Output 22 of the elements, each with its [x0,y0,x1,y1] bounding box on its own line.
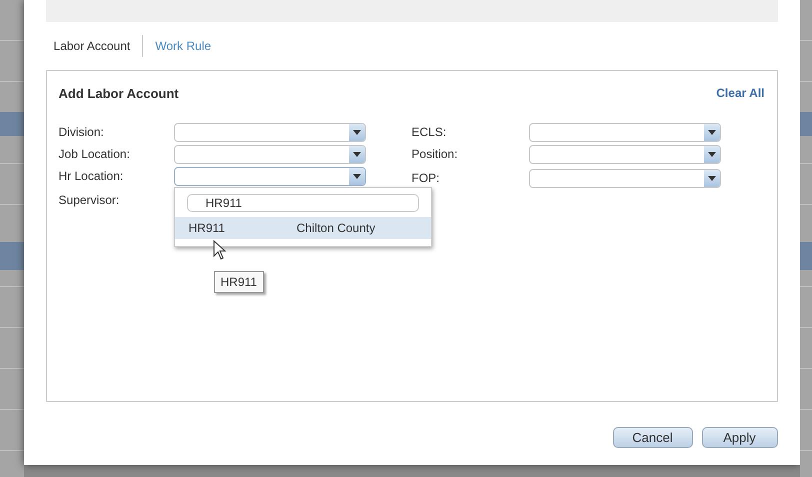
search-field[interactable]: HR911 [186,194,419,212]
tooltip: HR911 [214,271,264,293]
dropdown-option[interactable]: HR911 Chilton County [174,217,431,239]
field-label: Position: [412,147,459,161]
dropdown-field[interactable] [528,168,721,188]
clear-all-link[interactable]: Clear All [716,86,765,100]
dropdown-field[interactable] [174,166,366,186]
dropdown-field[interactable] [174,144,366,164]
dialog-button[interactable]: Cancel [612,427,693,448]
panel-title: Add Labor Account [58,86,179,100]
field-label: Supervisor: [58,193,120,207]
dropdown-field[interactable] [528,144,721,164]
field-label: ECLS: [412,125,448,139]
field-label: Job Location: [58,147,131,161]
dropdown-field[interactable] [174,122,366,142]
dropdown-field[interactable] [528,122,721,142]
field-label: Hr Location: [58,169,124,183]
field-label: Division: [58,125,105,139]
tab[interactable]: Labor Account [46,39,142,53]
tab[interactable]: Work Rule [143,39,224,53]
field-label: FOP: [412,171,441,185]
dialog-button[interactable]: Apply [702,427,778,448]
